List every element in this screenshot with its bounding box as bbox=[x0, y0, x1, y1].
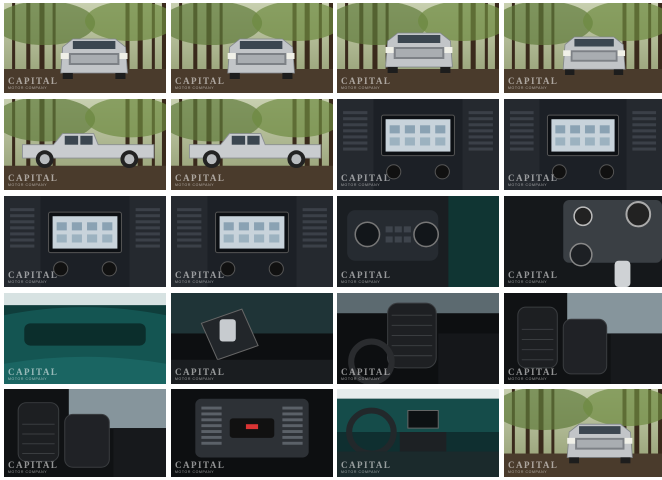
gallery-photo-truck-side-profile[interactable]: CAPITAL MOTOR COMPANY bbox=[4, 99, 166, 190]
photo-image bbox=[337, 196, 499, 287]
gallery-photo-rear-vents[interactable]: CAPITAL MOTOR COMPANY bbox=[171, 389, 333, 477]
gallery-photo-truck-side-profile[interactable]: CAPITAL MOTOR COMPANY bbox=[171, 99, 333, 190]
gallery-photo-truck-front-three-quarter[interactable]: CAPITAL MOTOR COMPANY bbox=[504, 389, 662, 477]
gallery-photo-infotainment-screen[interactable]: CAPITAL MOTOR COMPANY bbox=[337, 99, 499, 190]
gallery-photo-truck-front-three-quarter[interactable]: CAPITAL MOTOR COMPANY bbox=[4, 3, 166, 93]
photo-image bbox=[171, 3, 333, 93]
photo-image bbox=[4, 293, 166, 384]
photo-image bbox=[4, 3, 166, 93]
photo-image bbox=[171, 196, 333, 287]
gallery-photo-truck-front[interactable]: CAPITAL MOTOR COMPANY bbox=[337, 3, 499, 93]
photo-image bbox=[171, 389, 333, 477]
photo-image bbox=[504, 3, 662, 93]
gallery-photo-climate-knob-closeup[interactable]: CAPITAL MOTOR COMPANY bbox=[504, 196, 662, 287]
gallery-photo-climate-controls[interactable]: CAPITAL MOTOR COMPANY bbox=[337, 196, 499, 287]
photo-image bbox=[4, 389, 166, 477]
photo-image bbox=[337, 389, 499, 477]
gallery-photo-infotainment-screen[interactable]: CAPITAL MOTOR COMPANY bbox=[504, 99, 662, 190]
photo-image bbox=[504, 196, 662, 287]
photo-image bbox=[504, 99, 662, 190]
photo-image bbox=[4, 99, 166, 190]
gallery-photo-center-console-shifter[interactable]: CAPITAL MOTOR COMPANY bbox=[171, 293, 333, 384]
photo-image bbox=[171, 99, 333, 190]
gallery-photo-truck-front-three-quarter[interactable]: CAPITAL MOTOR COMPANY bbox=[171, 3, 333, 93]
gallery-photo-dashboard-steering-wheel[interactable]: CAPITAL MOTOR COMPANY bbox=[337, 389, 499, 477]
gallery-photo-truck-rear-three-quarter[interactable]: CAPITAL MOTOR COMPANY bbox=[504, 3, 662, 93]
photo-image bbox=[504, 293, 662, 384]
gallery-photo-infotainment-screen[interactable]: CAPITAL MOTOR COMPANY bbox=[171, 196, 333, 287]
gallery-photo-front-seats[interactable]: CAPITAL MOTOR COMPANY bbox=[337, 293, 499, 384]
photo-image bbox=[504, 389, 662, 477]
gallery-photo-dashboard-closeup[interactable]: CAPITAL MOTOR COMPANY bbox=[4, 293, 166, 384]
photo-image bbox=[171, 293, 333, 384]
gallery-photo-infotainment-screen[interactable]: CAPITAL MOTOR COMPANY bbox=[4, 196, 166, 287]
photo-image bbox=[337, 293, 499, 384]
photo-gallery-grid: CAPITAL MOTOR COMPANY CAPITAL MOTOR COMP… bbox=[0, 0, 662, 480]
photo-image bbox=[4, 196, 166, 287]
photo-image bbox=[337, 99, 499, 190]
photo-image bbox=[337, 3, 499, 93]
gallery-photo-rear-seats[interactable]: CAPITAL MOTOR COMPANY bbox=[504, 293, 662, 384]
gallery-photo-rear-seats[interactable]: CAPITAL MOTOR COMPANY bbox=[4, 389, 166, 477]
